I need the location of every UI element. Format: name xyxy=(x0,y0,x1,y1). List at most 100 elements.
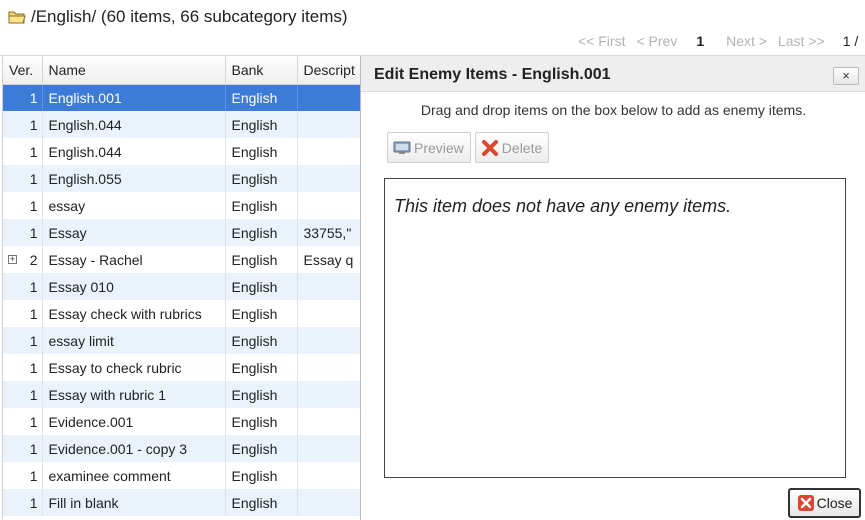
monitor-icon xyxy=(393,141,411,154)
column-header-description[interactable]: Descript xyxy=(297,56,362,85)
table-row[interactable]: +2 Essay - Rachel English Essay q xyxy=(3,246,362,273)
cell-bank-text: English xyxy=(231,170,278,187)
delete-button-label: Delete xyxy=(501,139,543,156)
cell-name-text: examinee comment xyxy=(48,467,171,484)
table-row[interactable]: 1 English.044 English xyxy=(3,111,362,138)
table-row[interactable]: 1 Essay to check rubric English xyxy=(3,354,362,381)
preview-button-label: Preview xyxy=(414,139,464,156)
cell-name-text: Fill in blank xyxy=(48,494,119,511)
cell-name-text: Essay xyxy=(48,224,87,241)
cell-description xyxy=(297,435,362,462)
cell-bank-text: English xyxy=(231,440,278,457)
table-row[interactable]: 1 Essay with rubric 1 English xyxy=(3,381,362,408)
cell-description xyxy=(297,84,362,111)
cell-bank: English xyxy=(225,165,298,192)
table-row[interactable]: 1 essay limit English xyxy=(3,327,362,354)
cell-version-text: 1 xyxy=(29,89,38,106)
cell-bank: English xyxy=(225,138,298,165)
cell-bank-text: English xyxy=(231,251,278,268)
cell-version-text: 1 xyxy=(29,332,38,349)
cell-name: English.044 xyxy=(42,138,226,165)
table-row[interactable]: 1 Essay check with rubrics English xyxy=(3,300,362,327)
preview-button[interactable]: Preview xyxy=(387,132,471,163)
cell-version-text: 1 xyxy=(29,143,38,160)
cell-bank-text: English xyxy=(231,116,278,133)
close-button[interactable]: Close xyxy=(788,488,861,518)
cell-description xyxy=(297,111,362,138)
table-body: 1 English.001 English 1 English.044 English 1 E… xyxy=(3,84,362,516)
cell-name: Essay check with rubrics xyxy=(42,300,226,327)
cell-name: Fill in blank xyxy=(42,489,226,516)
cell-name-text: English.001 xyxy=(48,89,122,106)
pager-prev[interactable]: < Prev xyxy=(636,33,677,49)
cell-description xyxy=(297,489,362,516)
cell-description xyxy=(297,300,362,327)
cell-name: English.001 xyxy=(42,84,226,111)
cell-name: Essay 010 xyxy=(42,273,226,300)
cell-version-text: 1 xyxy=(29,116,38,133)
cell-name: Essay xyxy=(42,219,226,246)
table-header-row: Ver. Name Bank Descript xyxy=(3,56,362,85)
table-row[interactable]: 1 English.044 English xyxy=(3,138,362,165)
table-row[interactable]: 1 Evidence.001 - copy 3 English xyxy=(3,435,362,462)
cell-name-text: Essay check with rubrics xyxy=(48,305,202,322)
header: /English/ (60 items, 66 subcategory item… xyxy=(0,0,865,56)
cell-name: Essay - Rachel xyxy=(42,246,226,273)
cell-name-text: Essay with rubric 1 xyxy=(48,386,166,403)
table-row[interactable]: 1 Essay 010 English xyxy=(3,273,362,300)
cell-name-text: Evidence.001 - copy 3 xyxy=(48,440,188,457)
cell-bank-text: English xyxy=(231,494,278,511)
pager: << First < Prev 1 Next > Last >> 1 / xyxy=(578,32,865,50)
cell-bank: English xyxy=(225,111,298,138)
dialog-titlebar[interactable]: Edit Enemy Items - English.001 × xyxy=(361,56,865,92)
cell-version: 1 xyxy=(3,327,43,354)
cell-bank-text: English xyxy=(231,467,278,484)
cell-bank: English xyxy=(225,462,298,489)
cell-bank: English xyxy=(225,489,298,516)
table-row[interactable]: 1 examinee comment English xyxy=(3,462,362,489)
cell-name: essay xyxy=(42,192,226,219)
cell-name: English.055 xyxy=(42,165,226,192)
cell-name: English.044 xyxy=(42,111,226,138)
cell-bank: English xyxy=(225,219,298,246)
cell-bank: English xyxy=(225,84,298,111)
pager-current: 1 xyxy=(696,33,705,49)
cell-bank: English xyxy=(225,246,298,273)
table-row[interactable]: 1 essay English xyxy=(3,192,362,219)
cell-version: 1 xyxy=(3,165,43,192)
dialog-title: Edit Enemy Items - English.001 xyxy=(374,66,611,83)
cell-bank: English xyxy=(225,354,298,381)
table-row[interactable]: 1 English.055 English xyxy=(3,165,362,192)
cell-version: 1 xyxy=(3,354,43,381)
table-row[interactable]: 1 English.001 English xyxy=(3,84,362,111)
cell-version: 1 xyxy=(3,489,43,516)
table-row[interactable]: 1 Essay English 33755," xyxy=(3,219,362,246)
delete-button[interactable]: Delete xyxy=(474,132,550,163)
cell-bank-text: English xyxy=(231,359,278,376)
table-row[interactable]: 1 Evidence.001 English xyxy=(3,408,362,435)
dialog-close-icon[interactable]: × xyxy=(833,67,859,85)
cell-bank: English xyxy=(225,300,298,327)
cell-version: 1 xyxy=(3,300,43,327)
cell-name-text: essay limit xyxy=(48,332,114,349)
plus-box-icon[interactable]: + xyxy=(8,255,17,264)
cell-bank: English xyxy=(225,408,298,435)
enemy-items-dropzone[interactable]: This item does not have any enemy items. xyxy=(384,178,846,478)
cell-name-text: English.044 xyxy=(48,116,122,133)
table-row[interactable]: 1 Fill in blank English xyxy=(3,489,362,516)
cell-name-text: Essay - Rachel xyxy=(48,251,143,268)
pager-first[interactable]: << First xyxy=(578,33,625,49)
cell-bank-text: English xyxy=(231,413,278,430)
column-header-name[interactable]: Name xyxy=(42,56,226,85)
cell-version: 1 xyxy=(3,84,43,111)
cell-version-text: 1 xyxy=(29,224,38,241)
folder-path-text: /English/ (60 items, 66 subcategory item… xyxy=(31,7,348,26)
cell-name: Evidence.001 - copy 3 xyxy=(42,435,226,462)
cell-description xyxy=(297,165,362,192)
pager-last[interactable]: Last >> xyxy=(778,33,825,49)
pager-next[interactable]: Next > xyxy=(726,33,767,49)
cell-version-text: 1 xyxy=(29,197,38,214)
cell-name-text: Essay to check rubric xyxy=(48,359,182,376)
column-header-bank[interactable]: Bank xyxy=(225,56,298,85)
column-header-ver[interactable]: Ver. xyxy=(3,56,43,85)
